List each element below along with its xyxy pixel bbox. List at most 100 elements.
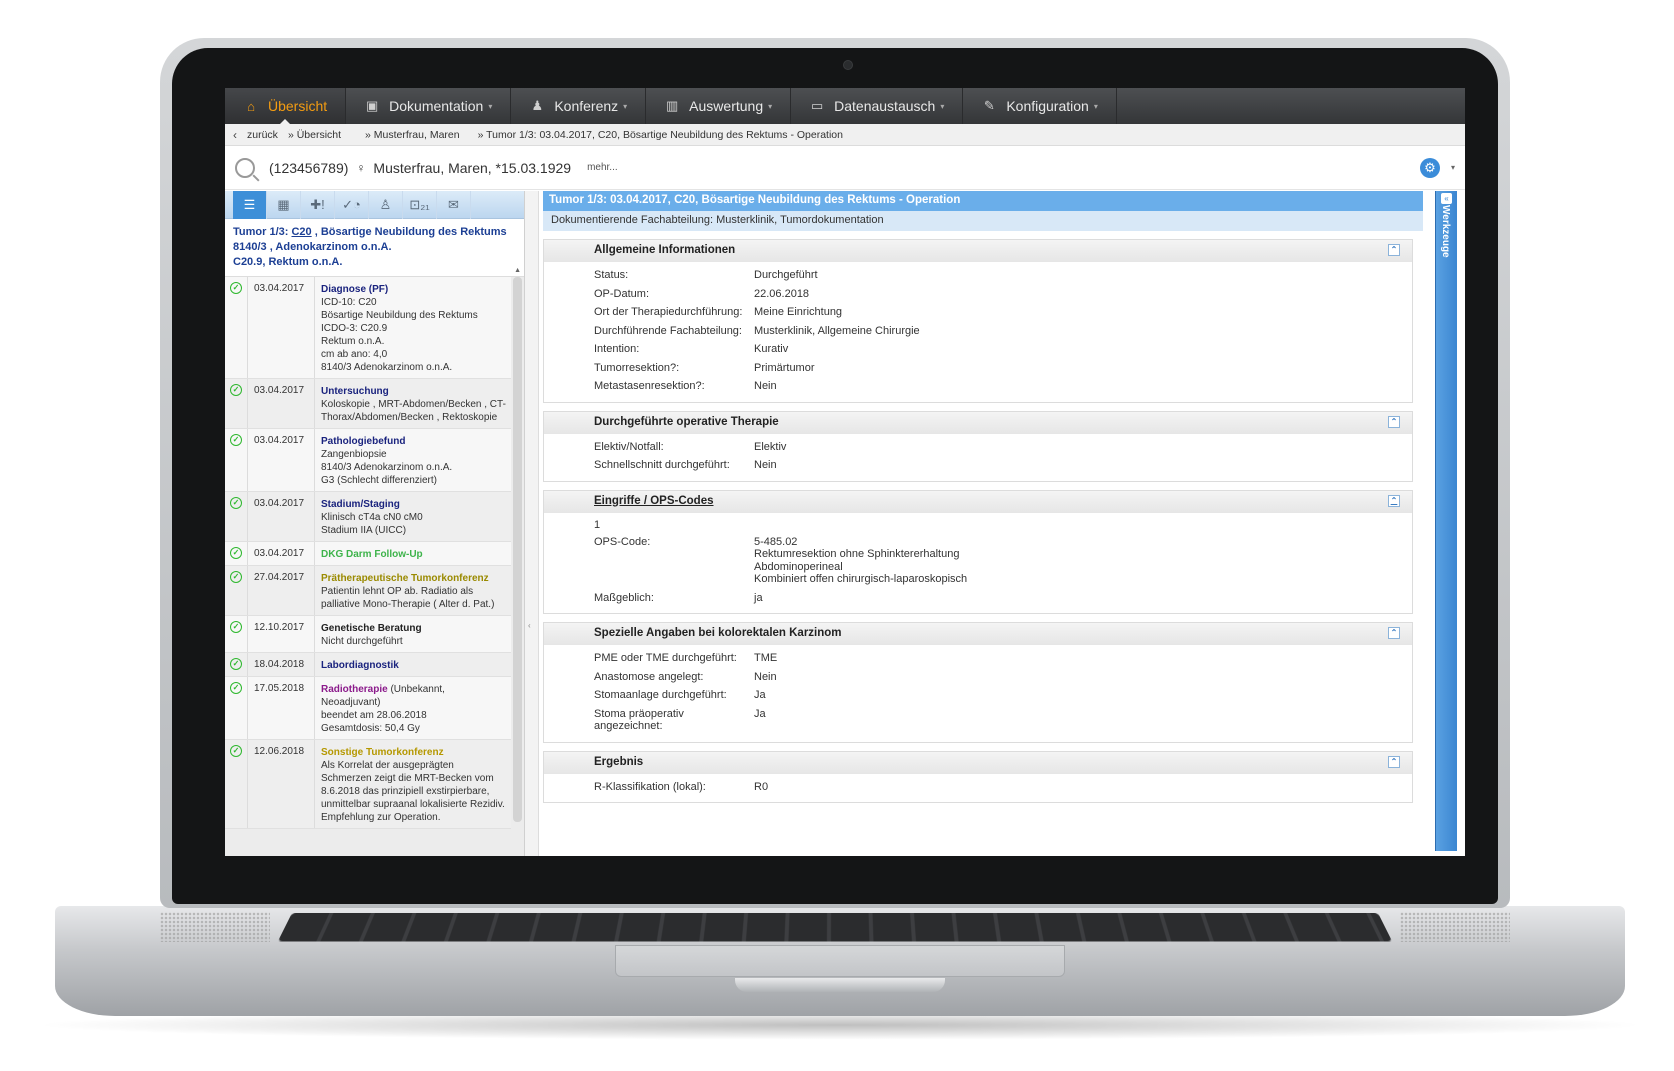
tools-label[interactable]: Werkzeuge bbox=[1440, 205, 1451, 258]
entry-title-text[interactable]: DKG Darm Follow-Up bbox=[321, 549, 423, 560]
detail-subtitle: Dokumentierende Fachabteilung: Musterkli… bbox=[543, 211, 1423, 231]
section-header[interactable]: Durchgeführte operative Therapie ⌃ bbox=[544, 411, 1412, 434]
entry-body: Radiotherapie (Unbekannt, Neoadjuvant) be… bbox=[315, 677, 511, 739]
folder-icon: ▭ bbox=[810, 98, 824, 113]
section-header[interactable]: Ergebnis ⌃ bbox=[544, 751, 1412, 774]
section-header[interactable]: Eingriffe / OPS-Codes ⌃ bbox=[544, 490, 1412, 513]
field-value: Nein bbox=[754, 459, 777, 471]
section-body: 1 OPS-Code: 5-485.02 Rektumresektion ohne S… bbox=[544, 513, 1412, 614]
patient-search-icon[interactable] bbox=[235, 157, 255, 178]
mail-icon[interactable]: ✉ bbox=[437, 190, 471, 219]
field-row: Elektiv/Notfall: Elektiv bbox=[544, 438, 1412, 457]
menu-item-label: Übersicht bbox=[268, 98, 328, 114]
collapse-section-icon[interactable]: ⌃ bbox=[1388, 755, 1400, 768]
section-header[interactable]: Allgemeine Informationen ⌃ bbox=[544, 240, 1412, 262]
breadcrumb-back-link[interactable]: zurück bbox=[247, 129, 278, 141]
entry-title-text[interactable]: Radiotherapie bbox=[321, 684, 388, 695]
entry-title[interactable]: Labordiagnostik bbox=[321, 659, 399, 672]
list-icon[interactable]: ☰ bbox=[233, 190, 267, 219]
menu-item-1[interactable]: ▣ Dokumentation ▾ bbox=[346, 88, 512, 124]
entry-title-text[interactable]: Sonstige Tumorkonferenz bbox=[321, 747, 444, 758]
menu-item-5[interactable]: ✎ Konfiguration ▾ bbox=[963, 88, 1117, 124]
entry-status: ✓ bbox=[225, 653, 247, 676]
entry-title-text[interactable]: Diagnose (PF) bbox=[321, 284, 388, 295]
tumor-summary-diagnosis: , Bösartige Neubildung des Rektums bbox=[311, 226, 507, 238]
entry-date: 03.04.2017 bbox=[247, 277, 315, 378]
tumor-code-link[interactable]: C20 bbox=[291, 226, 311, 238]
field-value: Primärtumor bbox=[754, 361, 815, 374]
entry-title[interactable]: Stadium/Staging bbox=[321, 498, 423, 511]
menu-item-4[interactable]: ▭ Datenaustausch ▾ bbox=[791, 88, 964, 124]
lock-count-icon[interactable]: ⊡₂₁ bbox=[403, 190, 437, 219]
entry-body: Labordiagnostik bbox=[315, 653, 403, 676]
section-title: Ergebnis bbox=[594, 755, 644, 768]
timeline-entry[interactable]: ✓ 12.10.2017 Genetische Beratung Nicht durc… bbox=[225, 616, 511, 653]
entry-title[interactable]: Untersuchung bbox=[321, 385, 507, 398]
tools-sidebar[interactable]: « Werkzeuge bbox=[1435, 191, 1457, 851]
collapse-section-icon[interactable]: ⌃ bbox=[1388, 494, 1400, 507]
settings-gear-icon[interactable]: ⚙ bbox=[1419, 157, 1440, 178]
timeline-entry[interactable]: ✓ 03.04.2017 Pathologiebefund Zangenbiopsie… bbox=[225, 429, 511, 492]
field-value: 5-485.02 Rektumresektion ohne Sphinkterer… bbox=[754, 536, 1412, 586]
panel-splitter[interactable]: ‹ bbox=[525, 191, 539, 856]
status-icon[interactable]: ✓◔ bbox=[335, 190, 369, 219]
entry-title-text[interactable]: Untersuchung bbox=[321, 386, 389, 397]
timeline-entry[interactable]: ✓ 03.04.2017 Untersuchung Koloskopie , MRT-… bbox=[225, 379, 511, 429]
entry-date: 03.04.2017 bbox=[247, 379, 315, 428]
back-arrow-icon[interactable]: ‹ bbox=[233, 128, 237, 142]
detail-title: Tumor 1/3: 03.04.2017, C20, Bösartige Ne… bbox=[543, 191, 1423, 211]
camera bbox=[843, 60, 853, 70]
section-body: PME oder TME durchgeführt: TME Anastomose … bbox=[544, 645, 1412, 742]
settings-dropdown-caret-icon[interactable]: ▾ bbox=[1451, 163, 1455, 172]
entry-title[interactable]: Sonstige Tumorkonferenz bbox=[321, 746, 507, 759]
entry-detail-line: 8140/3 Adenokarzinom o.n.A. bbox=[321, 462, 453, 473]
entry-title[interactable]: Genetische Beratung bbox=[321, 622, 422, 635]
breadcrumb: ‹ zurück » Übersicht » Musterfrau, Maren… bbox=[225, 124, 1465, 146]
menu-item-3[interactable]: ▥ Auswertung ▾ bbox=[646, 88, 792, 124]
field-value: Ja bbox=[754, 707, 766, 720]
timeline-entry[interactable]: ✓ 12.06.2018 Sonstige Tumorkonferenz Als Ko… bbox=[225, 740, 511, 829]
medical-alert-icon[interactable]: ✚! bbox=[301, 190, 335, 219]
breadcrumb-item-current: » Tumor 1/3: 03.04.2017, C20, Bösartige … bbox=[477, 128, 843, 141]
timeline-entry[interactable]: ✓ 03.04.2017 Diagnose (PF) ICD-10: C20 Bösar… bbox=[225, 277, 511, 379]
entry-status: ✓ bbox=[225, 566, 247, 615]
collapse-section-icon[interactable]: ⌃ bbox=[1388, 415, 1400, 428]
entry-title[interactable]: Radiotherapie (Unbekannt, Neoadjuvant) bbox=[321, 683, 507, 709]
timeline-entry[interactable]: ✓ 27.04.2017 Prätherapeutische Tumorkonfer… bbox=[225, 566, 511, 616]
document-icon: ▣ bbox=[365, 98, 379, 113]
timeline-entry[interactable]: ✓ 18.04.2018 Labordiagnostik bbox=[225, 653, 511, 677]
menu-item-0[interactable]: ⌂ Übersicht bbox=[225, 88, 347, 125]
timeline-entry[interactable]: ✓ 03.04.2017 Stadium/Staging Klinisch cT4a … bbox=[225, 492, 511, 542]
entry-title-text[interactable]: Stadium/Staging bbox=[321, 499, 400, 510]
entry-title-text[interactable]: Prätherapeutische Tumorkonferenz bbox=[321, 573, 489, 584]
collapse-arrow-icon[interactable]: ‹ bbox=[528, 621, 531, 630]
entry-title-text[interactable]: Labordiagnostik bbox=[321, 660, 399, 671]
entry-title[interactable]: Prätherapeutische Tumorkonferenz bbox=[321, 572, 507, 585]
tools-collapse-icon[interactable]: « bbox=[1441, 193, 1452, 204]
entry-detail-line: Rektum o.n.A. bbox=[321, 336, 385, 347]
menu-item-2[interactable]: ♟ Konferenz ▾ bbox=[511, 88, 647, 124]
chart-icon[interactable]: ▦ bbox=[267, 190, 301, 219]
collapse-section-icon[interactable]: ⌃ bbox=[1388, 627, 1400, 639]
timeline-entry[interactable]: ✓ 03.04.2017 DKG Darm Follow-Up bbox=[225, 542, 511, 566]
section-header[interactable]: Spezielle Angaben bei kolorektalen Karzi… bbox=[544, 623, 1412, 645]
scroll-up-arrow-icon[interactable]: ▲ bbox=[514, 267, 521, 274]
person-icon[interactable]: ♙ bbox=[369, 190, 403, 219]
entry-detail-line: Koloskopie , MRT-Abdomen/Becken , CT-Tho… bbox=[321, 399, 506, 423]
entry-title-text[interactable]: Pathologiebefund bbox=[321, 436, 405, 447]
section-body: Status: Durchgeführt OP-Datum: 22.06.2018 Or… bbox=[544, 262, 1412, 402]
entry-title-text[interactable]: Genetische Beratung bbox=[321, 623, 422, 634]
entry-title[interactable]: DKG Darm Follow-Up bbox=[321, 548, 423, 561]
section-title: Allgemeine Informationen bbox=[594, 244, 736, 256]
patient-more-link[interactable]: mehr... bbox=[587, 162, 618, 173]
timeline-entry[interactable]: ✓ 17.05.2018 Radiotherapie (Unbekannt, Neo… bbox=[225, 677, 511, 740]
entry-title[interactable]: Diagnose (PF) bbox=[321, 283, 478, 296]
timeline-scrollbar[interactable] bbox=[513, 277, 522, 822]
breadcrumb-item-overview[interactable]: » Übersicht bbox=[288, 129, 341, 141]
entry-title[interactable]: Pathologiebefund bbox=[321, 435, 452, 448]
field-row: Metastasenresektion?: Nein bbox=[544, 377, 1412, 396]
entry-detail-line: Gesamtdosis: 50,4 Gy bbox=[321, 723, 420, 734]
collapse-section-icon[interactable]: ⌃ bbox=[1388, 244, 1400, 256]
breadcrumb-item-patient[interactable]: » Musterfrau, Maren bbox=[365, 129, 460, 141]
field-row: Tumorresektion?: Primärtumor bbox=[544, 359, 1412, 378]
